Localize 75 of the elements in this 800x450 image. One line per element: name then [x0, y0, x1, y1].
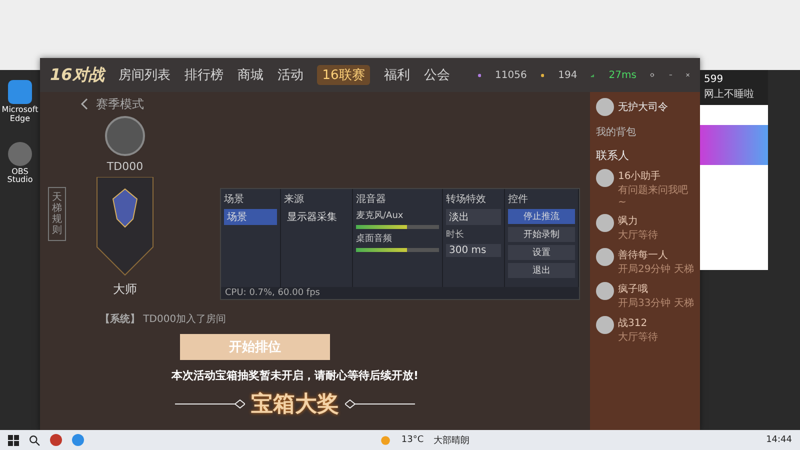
control-button[interactable]: 停止推流 — [508, 209, 575, 224]
contacts-title: 联系人 — [596, 148, 630, 163]
dock-title: 场景 — [224, 192, 245, 206]
nav-tab[interactable]: 活动 — [277, 66, 304, 84]
friend-status: 开局29分钟 天梯 — [618, 262, 694, 276]
friend-status: 大厅等待 — [618, 228, 658, 242]
profile-name: 无护大司令 — [618, 100, 668, 114]
friend-name[interactable]: 善待每一人 — [618, 248, 694, 262]
control-button[interactable]: 退出 — [508, 263, 575, 278]
player-name: TD000 — [106, 160, 144, 173]
scene-item[interactable]: 场景 — [224, 209, 277, 225]
friend-status: 开局33分钟 天梯 — [618, 296, 694, 310]
notice-text: 本次活动宝箱抽奖暂未开启，请耐心等待后续开放! — [171, 368, 419, 383]
status-bar: CPU: 0.7%, 60.00 fps — [221, 287, 579, 299]
icon-label: OBS Studio — [6, 168, 34, 186]
rank-label: 大师 — [113, 281, 137, 298]
dock-title: 转场特效 — [446, 192, 487, 206]
user-number: 599 — [704, 74, 724, 85]
dock-title: 来源 — [284, 192, 305, 206]
dock-title: 控件 — [508, 193, 529, 206]
weather-icon — [380, 434, 392, 446]
nav-tab[interactable]: 16联赛 — [317, 65, 370, 85]
temperature: 13°C — [401, 435, 424, 445]
app-icon[interactable] — [8, 80, 32, 104]
avatar — [596, 169, 614, 187]
banner-title: 宝箱大奖 — [251, 390, 339, 419]
avatar — [596, 98, 614, 116]
ornament-icon — [345, 399, 415, 409]
friend-status: 有问题来问我吧~ — [618, 184, 689, 208]
weather-text: 大部晴朗 — [434, 434, 470, 446]
source-item[interactable]: 显示器采集 — [284, 209, 349, 225]
coin-count: 194 — [558, 70, 578, 80]
control-button[interactable]: 设置 — [508, 245, 575, 260]
control-button[interactable]: 开始录制 — [508, 227, 575, 242]
friend-status: 大厅等待 — [618, 330, 658, 344]
duration-field[interactable]: 300 ms — [446, 244, 501, 257]
duration-label: 时长 — [446, 228, 465, 241]
volume-fill[interactable] — [356, 248, 408, 252]
ladder-rules-tab[interactable]: 天梯规则 — [48, 187, 66, 241]
nav-tab[interactable]: 福利 — [384, 66, 410, 84]
friend-name[interactable]: 疯子哦 — [618, 282, 694, 296]
back-button[interactable] — [80, 98, 88, 110]
friend-name[interactable]: 16小助手 — [618, 169, 694, 183]
channel-name: 麦克风/Aux — [356, 210, 404, 222]
system-message: 【系统】 TD000加入了房间 — [100, 312, 226, 327]
nav-tab[interactable]: 房间列表 — [118, 66, 170, 84]
browser-icon — [72, 434, 84, 446]
clock[interactable]: 14:44 — [766, 435, 792, 445]
nav-tab[interactable]: 商城 — [237, 66, 264, 84]
promo-banner — [700, 125, 768, 165]
app-icon[interactable] — [8, 142, 32, 166]
dock-title: 混音器 — [356, 192, 387, 206]
channel-name: 桌面音频 — [356, 232, 393, 245]
user-status: 网上不睡啦 — [704, 88, 755, 101]
volume-fill[interactable] — [356, 225, 408, 229]
avatar — [596, 214, 614, 232]
avatar — [596, 316, 614, 334]
search-icon — [29, 434, 40, 446]
ping-value: 27ms — [608, 70, 636, 80]
nav-tab[interactable]: 公会 — [424, 66, 450, 84]
avatar — [596, 282, 614, 300]
ornament-icon — [175, 399, 245, 409]
mode-title: 赛季模式 — [96, 96, 144, 112]
avatar — [105, 116, 145, 156]
friend-name[interactable]: 飒力 — [618, 214, 658, 228]
friend-name[interactable]: 战312 — [618, 316, 658, 330]
start-icon — [8, 434, 19, 446]
nav-tab[interactable]: 排行榜 — [184, 66, 224, 84]
icon-label: Microsoft Edge — [2, 106, 38, 124]
transition-select[interactable]: 淡出 — [446, 209, 501, 225]
logo: 16对战 — [50, 64, 104, 86]
avatar — [596, 248, 614, 266]
gem-count: 11056 — [495, 70, 527, 80]
app-icon — [50, 434, 62, 446]
backpack-link[interactable]: 我的背包 — [596, 122, 694, 142]
